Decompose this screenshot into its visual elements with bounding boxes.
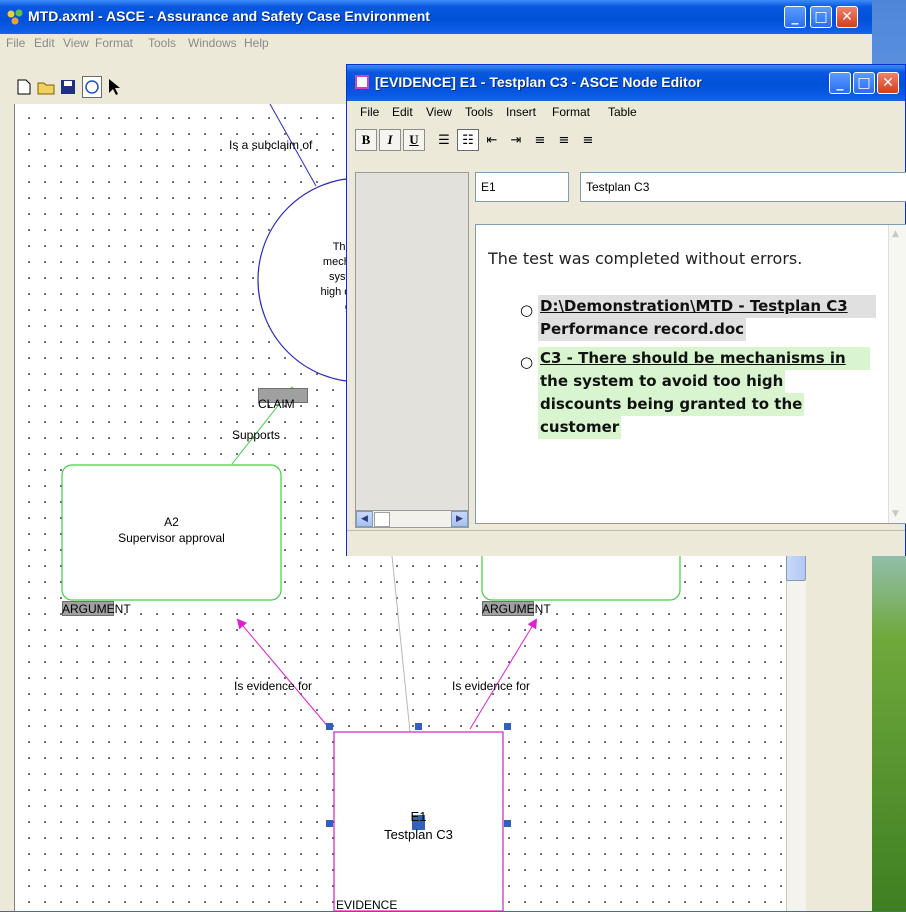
editor-menu-view[interactable]: View: [426, 105, 452, 119]
selection-handle[interactable]: [326, 723, 333, 730]
link-line[interactable]: customer: [538, 416, 622, 439]
claim-link[interactable]: C3 - There should be mechanisms in the s…: [538, 347, 870, 439]
editor-titlebar[interactable]: [EVIDENCE] E1 - Testplan C3 - ASCE Node …: [347, 65, 905, 101]
link-line[interactable]: the system to avoid too high: [538, 370, 786, 393]
align-right-icon[interactable]: ≡: [577, 129, 599, 151]
evidence-tag: EVIDENCE: [336, 898, 398, 912]
align-center-icon[interactable]: ≡: [553, 129, 575, 151]
bullet-list-icon[interactable]: ☷: [457, 129, 479, 151]
editor-menu-insert[interactable]: Insert: [506, 105, 536, 119]
evidence-description: Testplan C3: [384, 827, 453, 842]
link-line[interactable]: D:\Demonstration\MTD - Testplan C3: [538, 295, 876, 318]
argument-description: Supervisor approval: [118, 531, 225, 545]
italic-button[interactable]: I: [379, 129, 401, 151]
bullet-marker: ○: [520, 301, 534, 319]
side-panel-horizontal-scrollbar[interactable]: ◀ ▶: [355, 510, 469, 528]
scroll-up-icon[interactable]: ▲: [892, 229, 899, 239]
editor-vertical-scrollbar[interactable]: ▲ ▼: [888, 225, 906, 523]
outdent-icon[interactable]: ⇤: [481, 129, 503, 151]
scroll-right-icon[interactable]: ▶: [451, 511, 468, 527]
evidence-edge-right[interactable]: [469, 618, 538, 730]
supports-label: Supports: [232, 428, 281, 442]
claim-evidence-edge[interactable]: [391, 555, 411, 733]
editor-menu-table[interactable]: Table: [608, 105, 637, 119]
side-scroll-thumb[interactable]: [374, 512, 390, 527]
evidence-node-icon: [355, 75, 369, 89]
indent-icon[interactable]: ⇥: [505, 129, 527, 151]
editor-menu-file[interactable]: File: [360, 105, 379, 119]
underline-button[interactable]: U: [403, 129, 425, 151]
selection-handle[interactable]: [504, 723, 511, 730]
canvas-scroll-thumb[interactable]: [786, 555, 806, 581]
bullet-marker: ○: [520, 353, 534, 371]
link-line[interactable]: Performance record.doc: [538, 318, 747, 341]
evidence-id: E1: [410, 809, 427, 824]
evidence-label-right: Is evidence for: [452, 679, 531, 693]
selection-handle[interactable]: [326, 820, 333, 827]
editor-toolbar: B I U ☰ ☷ ⇤ ⇥ ≡ ≡ ≡: [347, 125, 905, 155]
editor-close-icon[interactable]: ✕: [877, 72, 899, 94]
bold-button[interactable]: B: [355, 129, 377, 151]
selection-handle[interactable]: [415, 723, 422, 730]
node-id-field[interactable]: [475, 172, 569, 202]
evidence-e1-text: E1 Testplan C3: [334, 808, 503, 844]
node-editor-window: [EVIDENCE] E1 - Testplan C3 - ASCE Node …: [346, 64, 906, 556]
editor-menu-edit[interactable]: Edit: [392, 105, 413, 119]
link-line[interactable]: C3 - There should be mechanisms in: [538, 347, 870, 370]
subclaim-label: Is a subclaim of: [229, 138, 313, 152]
evidence-label-left: Is evidence for: [234, 679, 313, 693]
node-name-field[interactable]: [580, 172, 906, 202]
window-background: [806, 555, 872, 911]
editor-minimize-icon[interactable]: _: [829, 72, 851, 94]
link-line[interactable]: discounts being granted to the: [538, 393, 805, 416]
editor-menubar: File Edit View Tools Insert Format Table: [347, 102, 905, 122]
scroll-down-icon[interactable]: ▼: [892, 509, 899, 519]
document-link[interactable]: D:\Demonstration\MTD - Testplan C3 Perfo…: [538, 295, 876, 341]
evidence-text-editor[interactable]: The test was completed without errors. ○…: [475, 224, 906, 524]
editor-menu-tools[interactable]: Tools: [465, 105, 493, 119]
argument-tag: ARGUMENT: [482, 602, 551, 616]
selection-handle[interactable]: [504, 820, 511, 827]
editor-maximize-icon[interactable]: □: [853, 72, 875, 94]
numbered-list-icon[interactable]: ☰: [433, 129, 455, 151]
editor-title: [EVIDENCE] E1 - Testplan C3 - ASCE Node …: [375, 74, 702, 90]
editor-side-panel[interactable]: [355, 172, 469, 512]
evidence-body-text: The test was completed without errors.: [488, 249, 803, 268]
evidence-edge-left[interactable]: [236, 618, 331, 730]
argument-id: A2: [164, 515, 179, 529]
editor-statusbar: [347, 530, 905, 556]
argument-a2-text: A2 Supervisor approval: [62, 514, 281, 546]
argument-tag: ARGUMENT: [62, 602, 131, 616]
align-left-icon[interactable]: ≡: [529, 129, 551, 151]
editor-menu-format[interactable]: Format: [552, 105, 590, 119]
scroll-left-icon[interactable]: ◀: [356, 511, 373, 527]
claim-tag: CLAIM: [258, 397, 295, 411]
